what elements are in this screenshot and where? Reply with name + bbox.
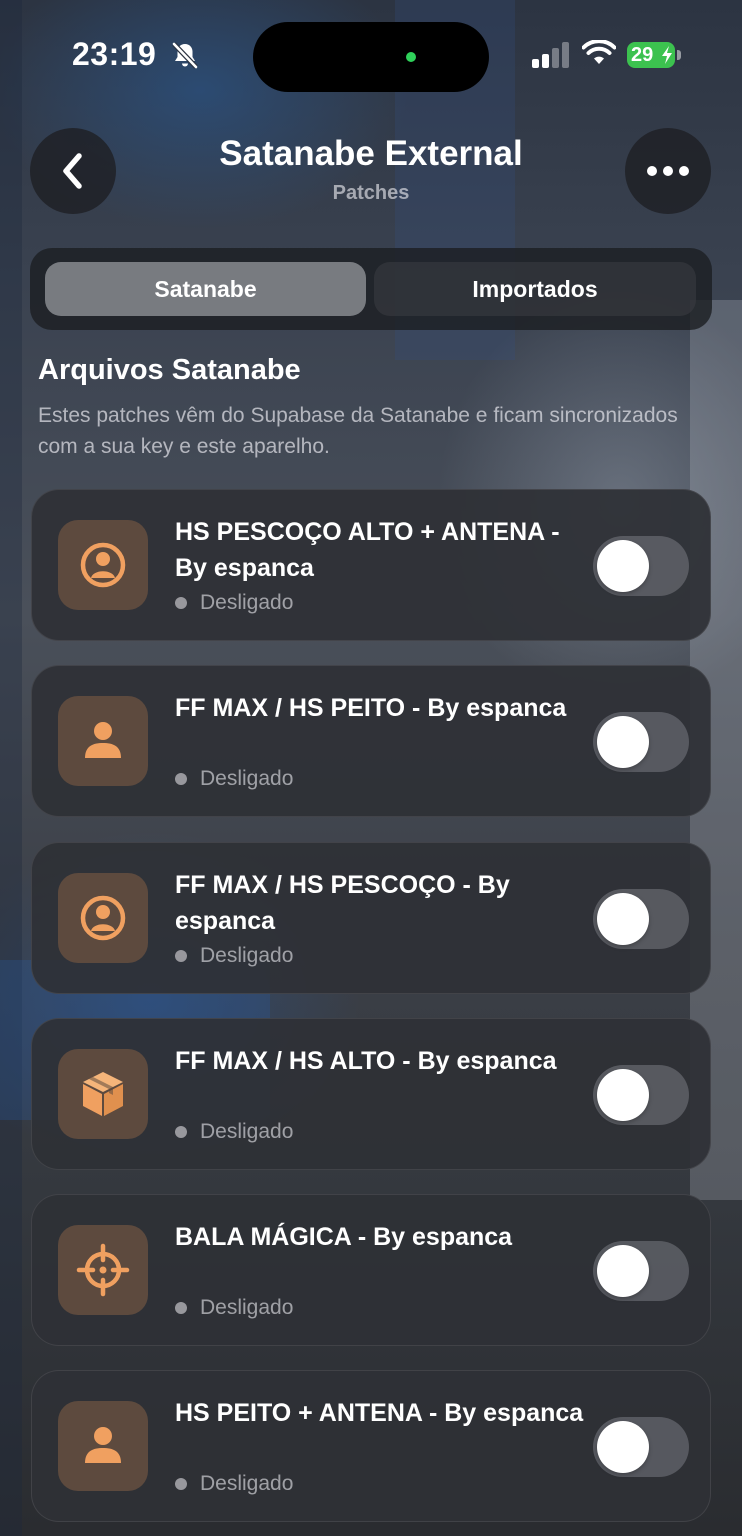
patch-status: Desligado bbox=[175, 767, 293, 791]
patch-status: Desligado bbox=[175, 944, 293, 968]
wifi-icon bbox=[582, 40, 616, 64]
box-icon bbox=[83, 1072, 123, 1116]
patch-status-text: Desligado bbox=[200, 1120, 294, 1143]
patch-status-text: Desligado bbox=[200, 591, 294, 614]
patch-title: FF MAX / HS PESCOÇO - By espanca bbox=[175, 871, 510, 935]
tab-satanabe[interactable]: Satanabe bbox=[45, 262, 366, 316]
patch-card: HS PESCOÇO ALTO + ANTENA - By espanca De… bbox=[31, 489, 711, 641]
more-options-button[interactable] bbox=[625, 128, 711, 214]
toggle-knob bbox=[597, 1245, 649, 1297]
patch-status-text: Desligado bbox=[200, 767, 294, 790]
cellular-signal-icon bbox=[532, 42, 569, 68]
status-dot bbox=[175, 1126, 187, 1138]
section-title: Arquivos Satanabe bbox=[38, 354, 301, 386]
status-dot bbox=[175, 1302, 187, 1314]
patch-status: Desligado bbox=[175, 1120, 293, 1144]
patch-toggle[interactable] bbox=[593, 889, 689, 949]
person-icon bbox=[85, 722, 121, 758]
crosshair-icon bbox=[76, 1243, 130, 1297]
patch-title: BALA MÁGICA - By espanca bbox=[175, 1223, 513, 1251]
bell-slash-icon bbox=[172, 42, 198, 69]
toggle-knob bbox=[597, 540, 649, 592]
patch-status: Desligado bbox=[175, 1296, 293, 1320]
person-icon bbox=[85, 1427, 121, 1463]
patch-card: FF MAX / HS ALTO - By espanca Desligado bbox=[31, 1018, 711, 1170]
status-time: 23:19 bbox=[72, 36, 157, 72]
patch-icon-tile bbox=[58, 1049, 148, 1139]
person-circle-icon bbox=[80, 895, 126, 941]
patch-card: FF MAX / HS PEITO - By espanca Desligado bbox=[31, 665, 711, 817]
patch-icon-tile bbox=[58, 696, 148, 786]
patch-toggle[interactable] bbox=[593, 1241, 689, 1301]
dynamic-island bbox=[253, 22, 489, 92]
patch-status-text: Desligado bbox=[200, 1296, 294, 1319]
patch-toggle[interactable] bbox=[593, 536, 689, 596]
patch-card: HS PEITO + ANTENA - By espanca Desligado bbox=[31, 1370, 711, 1522]
patch-title: HS PESCOÇO ALTO + ANTENA - By espanca bbox=[175, 518, 560, 582]
toggle-knob bbox=[597, 1421, 649, 1473]
patch-status: Desligado bbox=[175, 591, 293, 615]
toggle-knob bbox=[597, 1069, 649, 1121]
patch-status-text: Desligado bbox=[200, 944, 294, 967]
patch-icon-tile bbox=[58, 1225, 148, 1315]
battery-cap bbox=[677, 50, 681, 60]
patch-status: Desligado bbox=[175, 1472, 293, 1496]
patch-toggle[interactable] bbox=[593, 1417, 689, 1477]
status-bar: 23:19 29 bbox=[0, 0, 742, 110]
patch-icon-tile bbox=[58, 873, 148, 963]
patch-toggle[interactable] bbox=[593, 712, 689, 772]
battery-level: 29 bbox=[631, 44, 654, 66]
patch-title: FF MAX / HS ALTO - By espanca bbox=[175, 1047, 557, 1075]
tab-importados[interactable]: Importados bbox=[374, 262, 696, 316]
status-dot bbox=[175, 1478, 187, 1490]
patch-title: FF MAX / HS PEITO - By espanca bbox=[175, 694, 567, 722]
status-dot bbox=[175, 597, 187, 609]
status-dot bbox=[175, 950, 187, 962]
status-dot bbox=[175, 773, 187, 785]
toggle-knob bbox=[597, 893, 649, 945]
person-circle-icon bbox=[80, 542, 126, 588]
patch-icon-tile bbox=[58, 520, 148, 610]
segmented-control: Satanabe Importados bbox=[30, 248, 712, 330]
charging-bolt-icon bbox=[662, 46, 672, 64]
toggle-knob bbox=[597, 716, 649, 768]
battery-charging-icon: 29 bbox=[627, 42, 681, 68]
ellipsis-icon bbox=[647, 166, 689, 176]
patch-title: HS PEITO + ANTENA - By espanca bbox=[175, 1399, 584, 1427]
patch-icon-tile bbox=[58, 1401, 148, 1491]
patch-status-text: Desligado bbox=[200, 1472, 294, 1495]
patch-card: BALA MÁGICA - By espanca Desligado bbox=[31, 1194, 711, 1346]
patch-toggle[interactable] bbox=[593, 1065, 689, 1125]
section-description: Estes patches vêm do Supabase da Satanab… bbox=[38, 404, 678, 458]
patch-card: FF MAX / HS PESCOÇO - By espanca Desliga… bbox=[31, 842, 711, 994]
camera-indicator bbox=[406, 52, 416, 62]
